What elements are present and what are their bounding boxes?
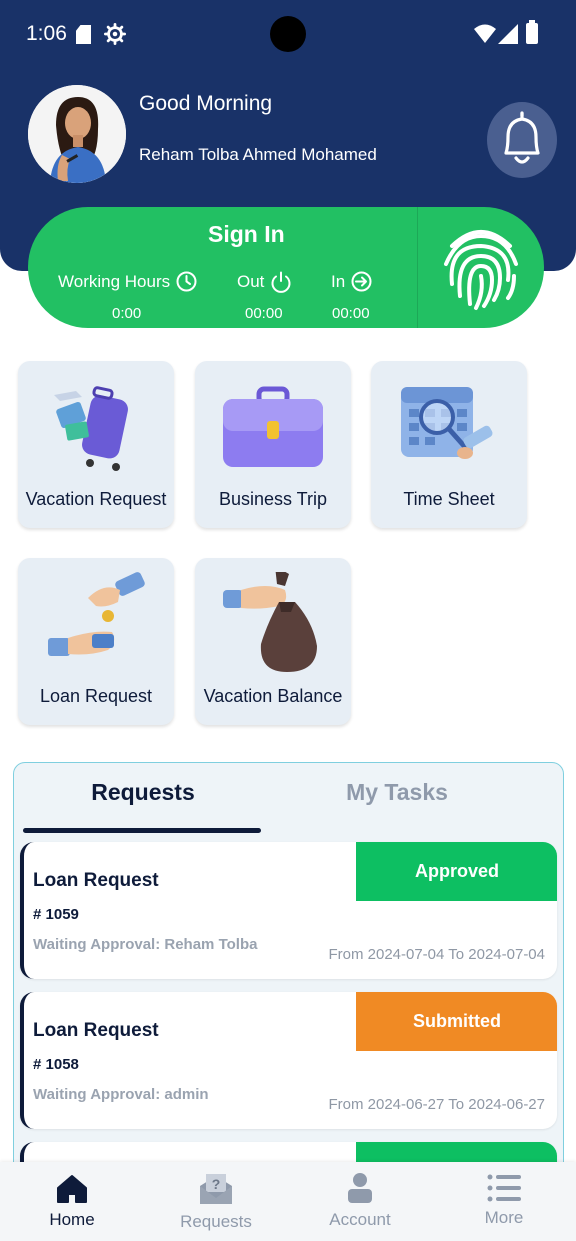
bell-icon	[504, 111, 540, 164]
home-icon	[57, 1175, 87, 1203]
request-card[interactable]: Loan Request # 1059 Waiting Approval: Re…	[20, 842, 557, 979]
in-value: 00:00	[332, 305, 370, 322]
status-bar: 1:06	[0, 0, 576, 70]
nav-requests[interactable]: ? Requests	[144, 1162, 288, 1241]
tile-label: Vacation Request	[25, 489, 167, 509]
active-tab-indicator	[23, 828, 261, 833]
working-hours-label: Working Hours	[58, 271, 197, 292]
status-badge: Approved	[356, 842, 557, 901]
tile-label: Time Sheet	[403, 489, 495, 509]
coin-handover-icon	[48, 572, 145, 656]
request-title: Loan Request	[33, 1020, 159, 1041]
tile-loan-request[interactable]: Loan Request	[18, 558, 174, 725]
notifications-button[interactable]	[487, 102, 557, 178]
sign-in-title: Sign In	[208, 221, 285, 247]
nav-label: Home	[49, 1210, 95, 1229]
in-label: In	[331, 271, 372, 292]
request-date-range: From 2024-06-27 To 2024-06-27	[328, 1096, 545, 1113]
tile-label: Vacation Balance	[203, 686, 343, 706]
tile-vacation-balance[interactable]: Vacation Balance	[195, 558, 351, 725]
nav-label: More	[484, 1208, 524, 1227]
signin-divider	[417, 207, 418, 328]
signal-icon	[498, 24, 518, 44]
working-hours-text: Working Hours	[58, 271, 171, 291]
tile-time-sheet[interactable]: Time Sheet	[371, 361, 527, 528]
status-badge: Submitted	[356, 992, 557, 1051]
svg-text:?: ?	[212, 1176, 221, 1192]
tile-label: Loan Request	[39, 686, 153, 706]
nav-label: Account	[329, 1210, 391, 1229]
attendance-card: Sign In Working Hours 0:00 Out 00:00 In …	[28, 207, 544, 328]
money-bag-icon	[223, 572, 317, 672]
out-text: Out	[237, 272, 265, 291]
tab-my-tasks[interactable]: My Tasks	[278, 779, 516, 806]
tab-requests[interactable]: Requests	[24, 779, 262, 806]
camera-cutout	[270, 16, 306, 52]
nav-home[interactable]: Home	[0, 1162, 144, 1241]
gear-icon	[104, 23, 126, 45]
suitcase-icon	[54, 386, 128, 471]
clock-icon	[176, 271, 197, 292]
in-text: In	[331, 271, 346, 291]
battery-icon	[526, 20, 538, 44]
person-icon	[348, 1173, 372, 1203]
tile-vacation-request[interactable]: Vacation Request	[18, 361, 174, 528]
greeting-text: Good Morning	[139, 92, 273, 115]
fingerprint-icon	[444, 230, 518, 310]
calendar-icon	[401, 387, 493, 459]
sd-card-icon	[76, 25, 91, 44]
status-time: 1:06	[26, 22, 67, 45]
avatar[interactable]	[28, 85, 126, 183]
login-arrow-icon	[351, 271, 372, 292]
envelope-question-icon: ?	[200, 1174, 232, 1204]
request-date-range: From 2024-07-04 To 2024-07-04	[328, 946, 545, 963]
request-number: # 1059	[33, 906, 79, 923]
request-card[interactable]: Loan Request # 1058 Waiting Approval: ad…	[20, 992, 557, 1129]
nav-account[interactable]: Account	[288, 1162, 432, 1241]
menu-list-icon	[487, 1174, 521, 1202]
nav-more[interactable]: More	[432, 1162, 576, 1241]
briefcase-icon	[223, 386, 323, 467]
out-label: Out	[237, 271, 292, 293]
out-value: 00:00	[245, 305, 283, 322]
request-title: Loan Request	[33, 870, 159, 891]
fingerprint-button[interactable]	[433, 221, 529, 315]
request-number: # 1058	[33, 1056, 79, 1073]
request-waiting-approval: Waiting Approval: Reham Tolba	[33, 936, 258, 953]
bottom-navigation: Home ? Requests Account More	[0, 1162, 576, 1241]
tile-label: Business Trip	[218, 489, 328, 509]
user-name: Reham Tolba Ahmed Mohamed	[139, 145, 377, 164]
working-hours-value: 0:00	[112, 305, 142, 322]
nav-label: Requests	[180, 1212, 252, 1231]
profile-photo	[28, 85, 126, 183]
request-waiting-approval: Waiting Approval: admin	[33, 1086, 209, 1103]
wifi-icon	[474, 24, 496, 43]
tile-business-trip[interactable]: Business Trip	[195, 361, 351, 528]
power-icon	[271, 271, 291, 293]
